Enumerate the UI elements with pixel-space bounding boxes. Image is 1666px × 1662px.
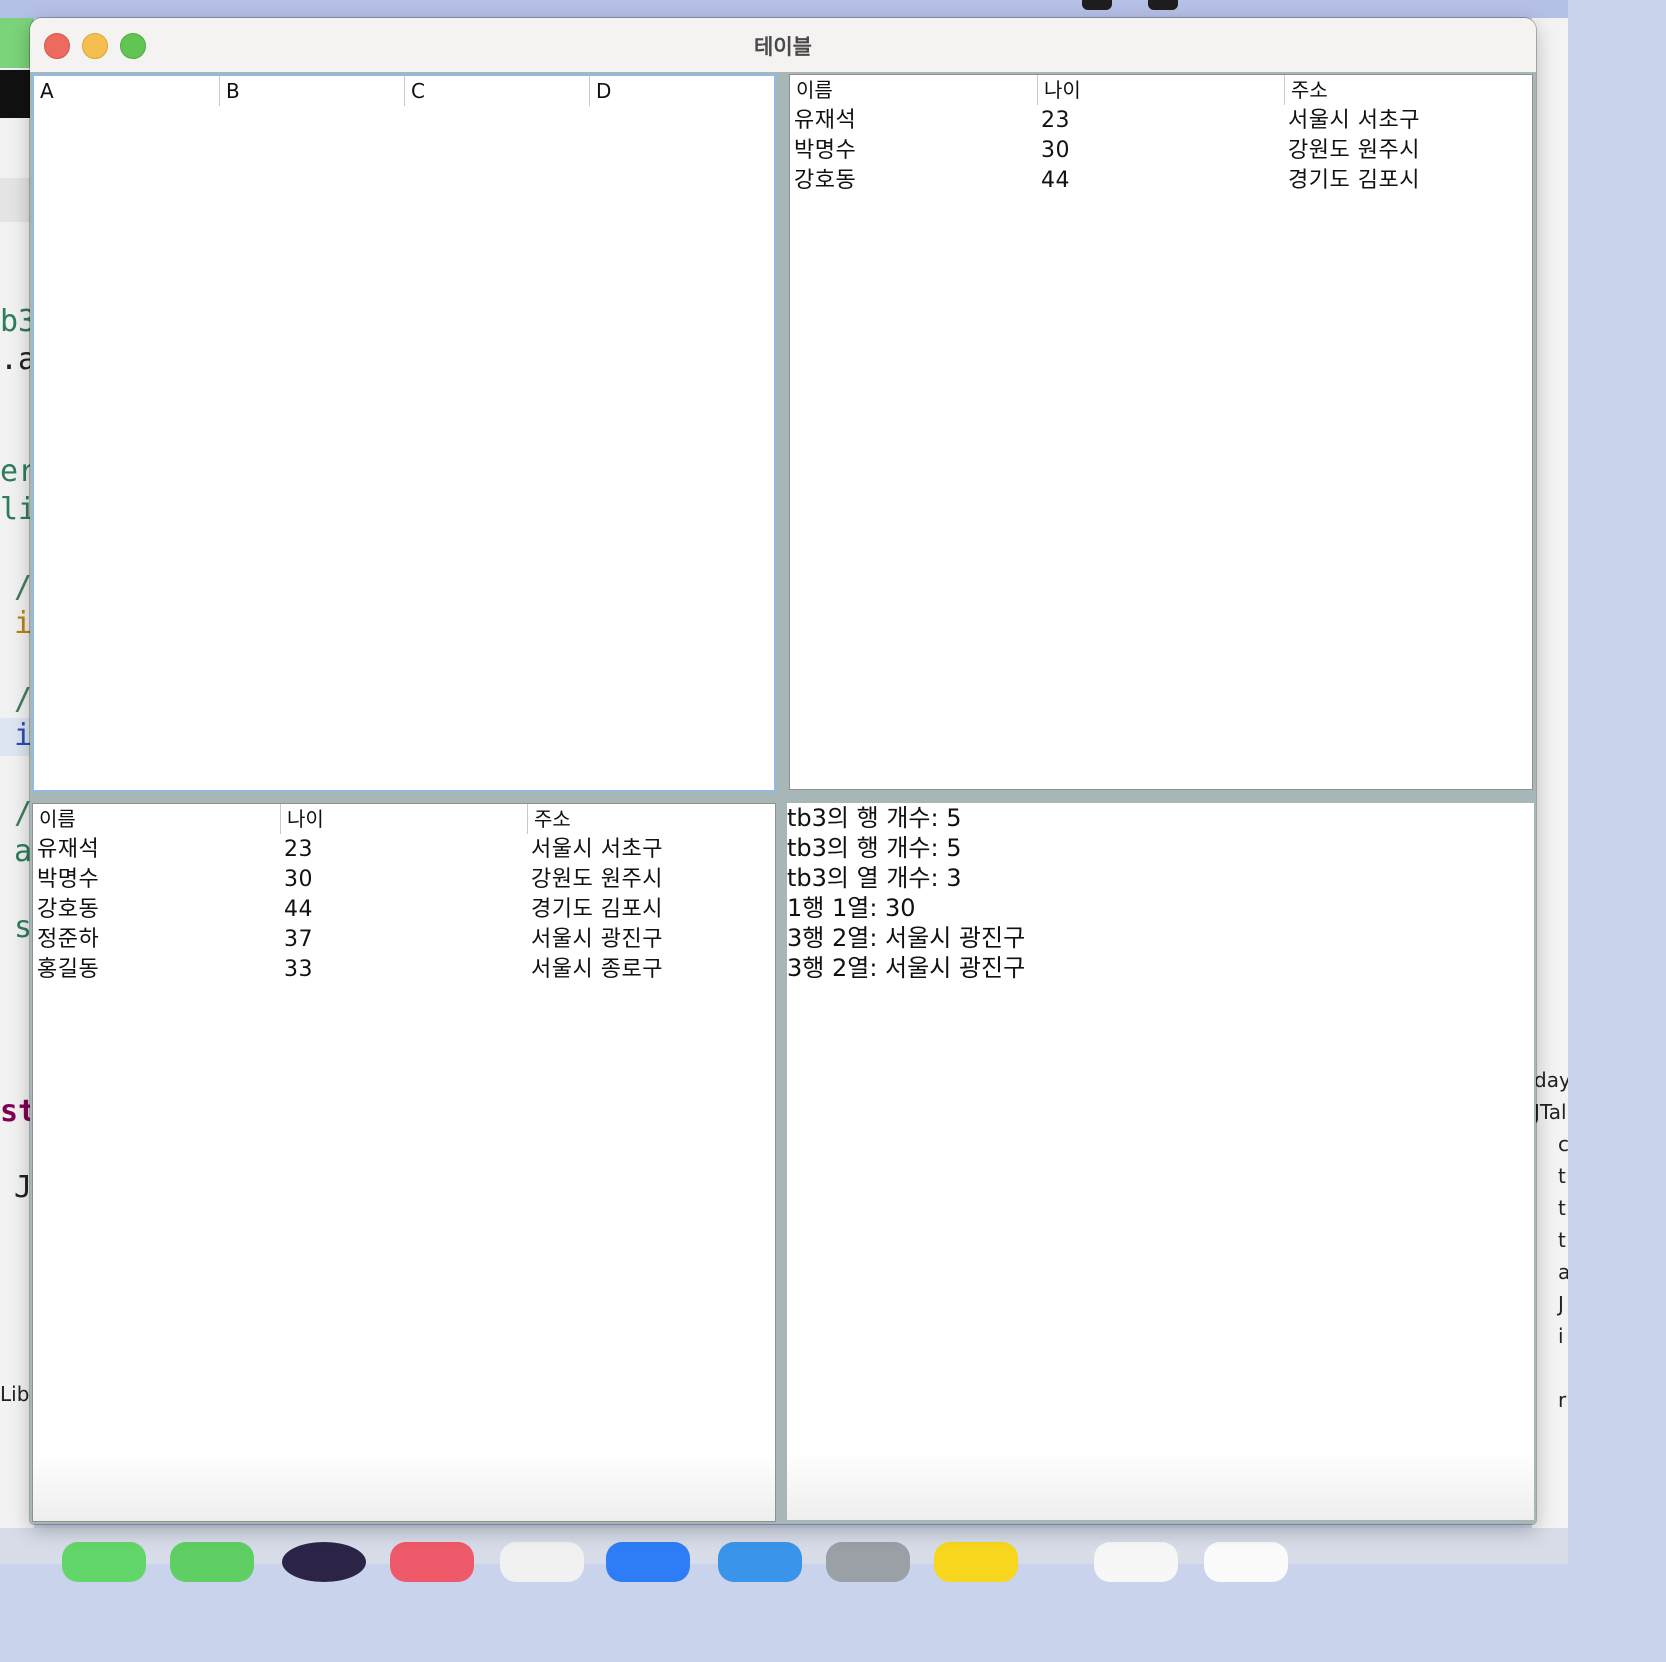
ide-outline-background: day JTal c t t t a J i r	[1532, 18, 1568, 1528]
empty-table-pane[interactable]: A B C D	[32, 74, 776, 792]
table-header: 이름 나이 주소	[33, 804, 775, 834]
table-cell: 박명수	[37, 867, 100, 892]
code-fragment: b3	[0, 304, 34, 339]
menubar-app-icon[interactable]	[1082, 0, 1112, 10]
full-table-pane[interactable]: 이름 나이 주소 유재석 23 서울시 서초구 박명수 30 강원도 원주시 강…	[32, 803, 776, 1522]
log-line: tb3의 행 개수: 5	[787, 834, 962, 862]
table-cell: 30	[1041, 138, 1070, 163]
table-cell: 홍길동	[37, 957, 100, 982]
table-cell: 44	[284, 897, 313, 922]
dock-appstore-icon[interactable]	[606, 1542, 690, 1582]
table-cell: 유재석	[794, 108, 857, 133]
title-bar[interactable]: 테이블	[30, 18, 1536, 73]
table-cell: 서울시 광진구	[531, 927, 663, 952]
column-header-b[interactable]: B	[219, 76, 404, 106]
table-row[interactable]: 박명수 30 강원도 원주시	[33, 865, 775, 895]
table-cell: 30	[284, 867, 313, 892]
window-title: 테이블	[754, 35, 812, 59]
table-cell: 강호동	[794, 168, 857, 193]
column-header-a[interactable]: A	[34, 76, 219, 106]
table-row[interactable]: 박명수 30 강원도 원주시	[790, 136, 1532, 166]
table-cell: 경기도 김포시	[1288, 168, 1420, 193]
table-row[interactable]: 강호동 44 경기도 김포시	[33, 895, 775, 925]
table-header: A B C D	[34, 76, 774, 106]
table-cell: 박명수	[794, 138, 857, 163]
dock-settings-icon[interactable]	[826, 1542, 910, 1582]
dock-facetime-icon[interactable]	[170, 1542, 254, 1582]
table-row[interactable]: 홍길동 33 서울시 종로구	[33, 955, 775, 985]
macos-menu-bar	[0, 0, 1568, 18]
table-cell: 44	[1041, 168, 1070, 193]
column-header-address[interactable]: 주소	[527, 804, 775, 834]
output-text-area[interactable]: tb3의 행 개수: 5 tb3의 행 개수: 5 tb3의 열 개수: 3 1…	[787, 803, 1534, 1520]
code-fragment: er	[0, 454, 34, 489]
table-cell: 23	[1041, 108, 1070, 133]
dock-java-icon[interactable]	[1204, 1542, 1288, 1582]
log-line: tb3의 열 개수: 3	[787, 864, 962, 892]
column-header-age[interactable]: 나이	[1037, 75, 1284, 105]
column-header-name[interactable]: 이름	[790, 75, 1037, 105]
table-cell: 23	[284, 837, 313, 862]
dock-textedit-icon[interactable]	[1094, 1542, 1178, 1582]
dock-music-icon[interactable]	[390, 1542, 474, 1582]
window-content-grid: A B C D 이름 나이 주소 유재석 23 서울시 서초구 박명수 30 강…	[30, 72, 1536, 1524]
table-cell: 유재석	[37, 837, 100, 862]
small-table-pane[interactable]: 이름 나이 주소 유재석 23 서울시 서초구 박명수 30 강원도 원주시 강…	[789, 74, 1533, 790]
dock-eclipse-icon[interactable]	[282, 1542, 366, 1582]
ide-editor-background: b3 .a er li / i / i / a s st J Libr	[0, 18, 34, 1528]
table-row[interactable]: 정준하 37 서울시 광진구	[33, 925, 775, 955]
column-header-c[interactable]: C	[404, 76, 589, 106]
code-fragment: st	[0, 1094, 34, 1129]
table-cell: 서울시 서초구	[531, 837, 663, 862]
table-row[interactable]: 유재석 23 서울시 서초구	[33, 835, 775, 865]
table-cell: 강호동	[37, 897, 100, 922]
table-cell: 33	[284, 957, 313, 982]
code-fragment: Libr	[0, 1382, 34, 1406]
log-line: 3행 2열: 서울시 광진구	[787, 954, 1026, 982]
column-header-d[interactable]: D	[589, 76, 774, 106]
log-line: tb3의 행 개수: 5	[787, 804, 962, 832]
dock-messages-icon[interactable]	[62, 1542, 146, 1582]
table-cell: 서울시 서초구	[1288, 108, 1420, 133]
code-fragment: li	[0, 492, 34, 527]
table-row[interactable]: 유재석 23 서울시 서초구	[790, 106, 1532, 136]
app-window: 테이블 A B C D 이름 나이 주소 유재석 23 서울시 서초구 박명수 …	[30, 18, 1536, 1524]
column-header-age[interactable]: 나이	[280, 804, 527, 834]
menubar-input-icon[interactable]	[1148, 0, 1178, 10]
column-header-address[interactable]: 주소	[1284, 75, 1532, 105]
table-cell: 정준하	[37, 927, 100, 952]
column-header-name[interactable]: 이름	[33, 804, 280, 834]
dock-finder-icon[interactable]	[718, 1542, 802, 1582]
table-header: 이름 나이 주소	[790, 75, 1532, 105]
dock-app-icon[interactable]	[500, 1542, 584, 1582]
log-line: 1행 1열: 30	[787, 894, 916, 922]
log-line: 3행 2열: 서울시 광진구	[787, 924, 1026, 952]
table-cell: 37	[284, 927, 313, 952]
code-fragment: .a	[0, 342, 34, 377]
table-cell: 서울시 종로구	[531, 957, 663, 982]
table-cell: 강원도 원주시	[531, 867, 663, 892]
dock-kakaotalk-icon[interactable]	[934, 1542, 1018, 1582]
table-cell: 경기도 김포시	[531, 897, 663, 922]
table-row[interactable]: 강호동 44 경기도 김포시	[790, 166, 1532, 196]
table-cell: 강원도 원주시	[1288, 138, 1420, 163]
